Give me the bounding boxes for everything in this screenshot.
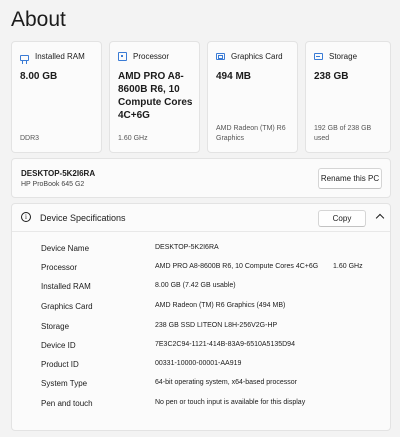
graphics-memory-value: 494 MB [216, 71, 252, 82]
spec-processor-speed: 1.60 GHz [333, 263, 363, 270]
spec-value: 238 GB SSD LITEON L8H-256V2G-HP [155, 322, 278, 329]
page-title: About [11, 8, 66, 31]
spec-value: DESKTOP-5K2I6RA [155, 244, 219, 251]
spec-row-graphics-card: Graphics Card AMD Radeon (TM) R6 Graphic… [12, 298, 390, 317]
installed-ram-label: Installed RAM [35, 52, 85, 61]
spec-row-product-id: Product ID 00331-10000-00001-AA919 [12, 356, 390, 375]
storage-card: Storage 238 GB 192 GB of 238 GB used [305, 41, 391, 153]
spec-value: 00331-10000-00001-AA919 [155, 360, 242, 367]
spec-row-system-type: System Type 64-bit operating system, x64… [12, 375, 390, 394]
spec-value: 64-bit operating system, x64-based proce… [155, 379, 298, 386]
spec-key: Device ID [41, 341, 76, 350]
storage-usage: 192 GB of 238 GB used [314, 125, 372, 142]
device-specifications-header[interactable]: i Device Specifications Copy [12, 204, 390, 232]
processor-icon [118, 52, 127, 61]
spec-key: Graphics Card [41, 302, 93, 311]
device-name: DESKTOP-5K2I6RA [21, 169, 96, 178]
ram-icon [20, 54, 29, 63]
storage-icon [314, 53, 323, 60]
spec-value: 8.00 GB (7.42 GB usable) [155, 282, 236, 289]
graphics-card-card: Graphics Card 494 MB AMD Radeon (TM) R6 … [207, 41, 298, 153]
device-specifications-title: Device Specifications [40, 213, 126, 223]
spec-key: Processor [41, 263, 78, 272]
spec-row-device-name: Device Name DESKTOP-5K2I6RA [12, 240, 390, 259]
hardware-summary-cards: Installed RAM 8.00 GB DDR3 Processor AMD… [11, 41, 391, 153]
storage-label: Storage [329, 52, 358, 61]
spec-row-processor: Processor AMD PRO A8-8600B R6, 10 Comput… [12, 259, 390, 278]
device-name-panel: DESKTOP-5K2I6RA HP ProBook 645 G2 Rename… [11, 158, 391, 198]
installed-ram-card: Installed RAM 8.00 GB DDR3 [11, 41, 102, 153]
rename-pc-button[interactable]: Rename this PC [318, 168, 382, 189]
spec-value: 7E3C2C94-1121-414B-83A9-6510A5135D94 [155, 341, 295, 348]
spec-key: Device Name [41, 244, 90, 253]
processor-speed: 1.60 GHz [118, 135, 148, 142]
spec-key: Pen and touch [41, 399, 93, 408]
spec-key: Product ID [41, 360, 79, 369]
chevron-up-icon[interactable] [375, 213, 385, 223]
storage-value: 238 GB [314, 71, 349, 82]
spec-row-installed-ram: Installed RAM 8.00 GB (7.42 GB usable) [12, 278, 390, 297]
spec-value: AMD Radeon (TM) R6 Graphics (494 MB) [155, 302, 286, 309]
spec-key: System Type [41, 379, 88, 388]
spec-row-device-id: Device ID 7E3C2C94-1121-414B-83A9-6510A5… [12, 337, 390, 356]
copy-button[interactable]: Copy [318, 210, 366, 227]
processor-label: Processor [133, 52, 170, 61]
processor-value: AMD PRO A8-8600B R6, 10 Compute Cores 4C… [118, 71, 193, 121]
graphics-card-name: AMD Radeon (TM) R6 Graphics [216, 125, 286, 142]
spec-value: No pen or touch input is available for t… [155, 399, 306, 406]
spec-value: AMD PRO A8-8600B R6, 10 Compute Cores 4C… [155, 263, 319, 270]
processor-card: Processor AMD PRO A8-8600B R6, 10 Comput… [109, 41, 200, 153]
spec-key: Installed RAM [41, 282, 91, 291]
graphics-card-icon [216, 53, 225, 60]
device-specifications-panel: i Device Specifications Copy Device Name… [11, 203, 391, 431]
spec-row-storage: Storage 238 GB SSD LITEON L8H-256V2G-HP [12, 318, 390, 337]
spec-row-pen-and-touch: Pen and touch No pen or touch input is a… [12, 395, 390, 414]
graphics-card-label: Graphics Card [231, 52, 283, 61]
installed-ram-value: 8.00 GB [20, 71, 58, 82]
spec-key: Storage [41, 322, 70, 331]
info-icon: i [21, 212, 31, 222]
device-model: HP ProBook 645 G2 [21, 181, 85, 188]
ram-type: DDR3 [20, 135, 40, 142]
